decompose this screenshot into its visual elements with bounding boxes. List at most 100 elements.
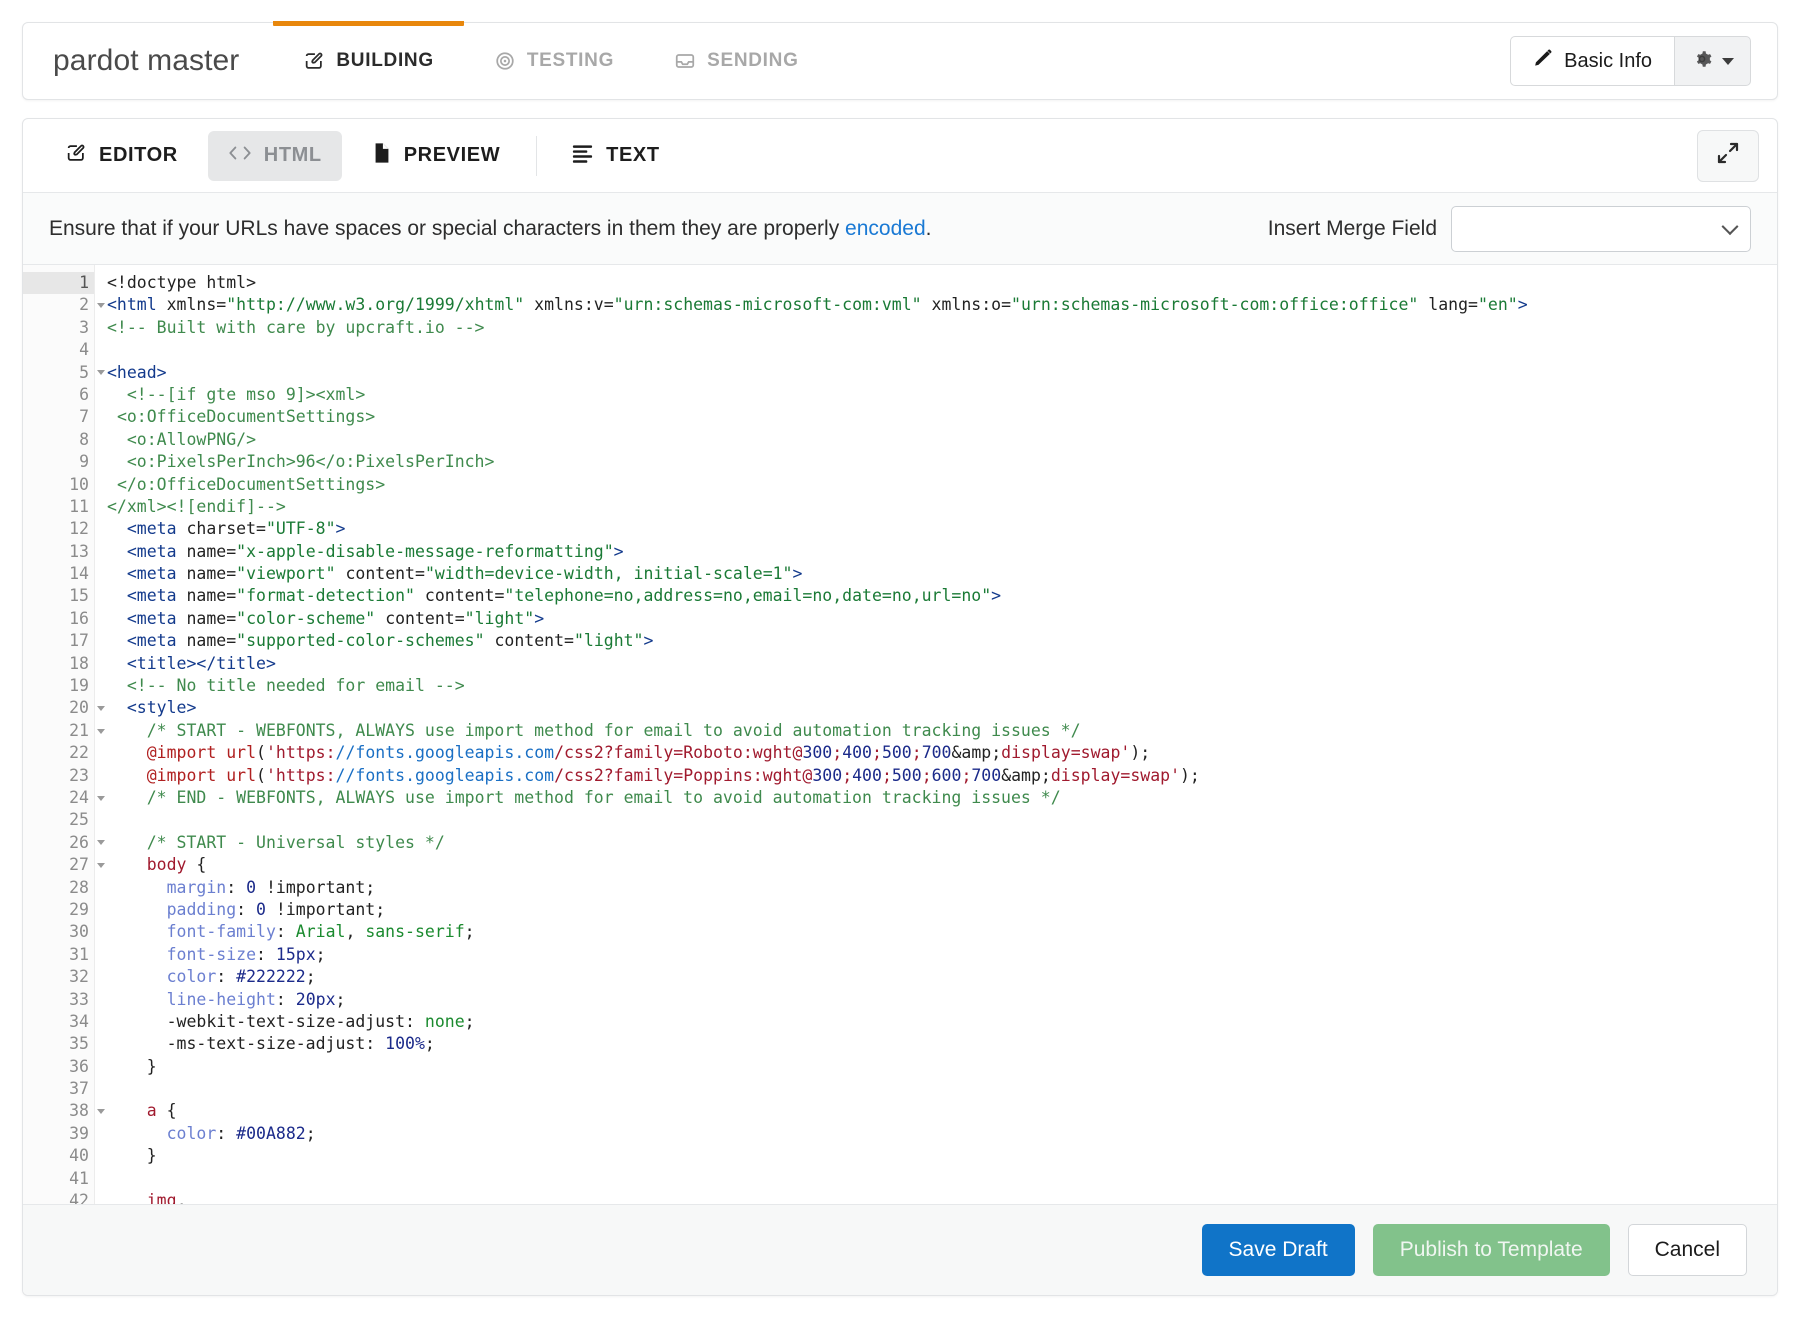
code-token: = [604, 295, 614, 314]
save-draft-button[interactable]: Save Draft [1202, 1224, 1355, 1276]
tab-editor[interactable]: EDITOR [45, 131, 198, 181]
fold-arrow-icon[interactable] [97, 729, 105, 734]
code-token: &amp; [1001, 766, 1051, 785]
code-token: 600 [932, 766, 962, 785]
code-line: <!doctype html> [107, 272, 1777, 294]
chevron-down-icon [1722, 58, 1734, 65]
code-token [107, 990, 167, 1009]
tab-html[interactable]: HTML [208, 131, 342, 181]
code-token: Arial [296, 922, 346, 941]
code-token: ; [306, 1124, 316, 1143]
code-line: /* START - WEBFONTS, ALWAYS use import m… [107, 720, 1777, 742]
code-token: xmlns:o [932, 295, 1002, 314]
text-lines-icon [571, 143, 594, 169]
code-line: <o:PixelsPerInch>96</o:PixelsPerInch> [107, 451, 1777, 473]
code-token: font-family [167, 922, 276, 941]
code-token [107, 766, 147, 785]
code-token [107, 542, 127, 561]
code-token: = [256, 519, 266, 538]
code-token: = [226, 542, 236, 561]
code-token: <meta [127, 564, 177, 583]
notice-text-before: Ensure that if your URLs have spaces or … [49, 217, 845, 240]
phase-tab-building[interactable]: BUILDING [273, 22, 463, 100]
code-token: name [186, 542, 226, 561]
code-token: <!doctype html> [107, 273, 256, 292]
code-token [107, 430, 127, 449]
code-token: content [425, 586, 495, 605]
tab-preview[interactable]: PREVIEW [352, 131, 520, 181]
pencil-square-icon [65, 142, 87, 170]
code-token: img [147, 1191, 177, 1204]
code-token [107, 586, 127, 605]
code-token [216, 766, 226, 785]
code-token: "light" [574, 631, 644, 650]
code-token [107, 855, 147, 874]
line-number: 15 [23, 585, 94, 607]
code-token: content [345, 564, 415, 583]
fold-arrow-icon[interactable] [97, 706, 105, 711]
code-token: <meta [127, 586, 177, 605]
code-token: > [1518, 295, 1528, 314]
line-number: 38 [23, 1100, 94, 1122]
code-token: color [167, 967, 217, 986]
fold-arrow-icon[interactable] [97, 303, 105, 308]
code-token: a [147, 1101, 157, 1120]
line-number: 35 [23, 1033, 94, 1055]
line-number: 21 [23, 720, 94, 742]
code-line: <meta name="format-detection" content="t… [107, 585, 1777, 607]
code-line: <style> [107, 697, 1777, 719]
phase-tab-sending[interactable]: SENDING [644, 22, 828, 100]
code-token: > [991, 586, 1001, 605]
phase-tab-label: SENDING [707, 50, 798, 72]
fold-arrow-icon[interactable] [97, 863, 105, 868]
code-token: "viewport" [236, 564, 335, 583]
code-token [107, 1124, 167, 1143]
code-token: ; [912, 743, 922, 762]
basic-info-label: Basic Info [1564, 50, 1652, 73]
publish-to-template-button[interactable]: Publish to Template [1373, 1224, 1610, 1276]
code-token: 20px [296, 990, 336, 1009]
editor-panel: EDITOR HTML PREVIEW [22, 118, 1778, 1296]
line-number: 20 [23, 697, 94, 719]
fold-arrow-icon[interactable] [97, 370, 105, 375]
document-icon [372, 142, 392, 170]
cancel-button[interactable]: Cancel [1628, 1224, 1747, 1276]
code-token: @import [147, 743, 217, 762]
code-token: /css2 [554, 743, 604, 762]
code-token: charset [186, 519, 256, 538]
fold-arrow-icon[interactable] [97, 840, 105, 845]
editor-footer: Save Draft Publish to Template Cancel [23, 1205, 1777, 1295]
expand-editor-button[interactable] [1697, 130, 1759, 182]
line-number: 26 [23, 832, 94, 854]
code-token [107, 743, 147, 762]
line-number: 27 [23, 854, 94, 876]
code-token: none [425, 1012, 465, 1031]
code-token [107, 631, 127, 650]
merge-field-control: Insert Merge Field [1268, 206, 1751, 252]
html-code-editor[interactable]: 1234567891011121314151617181920212223242… [23, 265, 1777, 1205]
fold-arrow-icon[interactable] [97, 1109, 105, 1114]
line-number: 40 [23, 1145, 94, 1167]
code-token: line-height [167, 990, 276, 1009]
code-token: } [107, 1057, 157, 1076]
basic-info-button[interactable]: Basic Info [1510, 36, 1674, 86]
code-token: > [534, 609, 544, 628]
code-token: = [216, 295, 226, 314]
encoded-link[interactable]: encoded [845, 217, 926, 240]
code-token: ; [316, 945, 326, 964]
code-token: /* START - Universal styles */ [147, 833, 445, 852]
fold-arrow-icon[interactable] [97, 796, 105, 801]
code-content[interactable]: <!doctype html><html xmlns="http://www.w… [95, 265, 1777, 1204]
merge-field-select[interactable] [1451, 206, 1751, 252]
code-line: </xml><![endif]--> [107, 496, 1777, 518]
code-token [107, 452, 127, 471]
phase-tab-testing[interactable]: TESTING [464, 22, 644, 100]
code-token: <meta [127, 631, 177, 650]
app-title: pardot master [23, 44, 273, 78]
code-token: #00A882 [236, 1124, 306, 1143]
tab-text[interactable]: TEXT [551, 132, 680, 180]
expand-arrows-icon [1716, 141, 1740, 170]
code-line: margin: 0 !important; [107, 877, 1777, 899]
code-token: <!-- Built with care by upcraft.io --> [107, 318, 485, 337]
settings-dropdown-button[interactable] [1674, 36, 1751, 86]
